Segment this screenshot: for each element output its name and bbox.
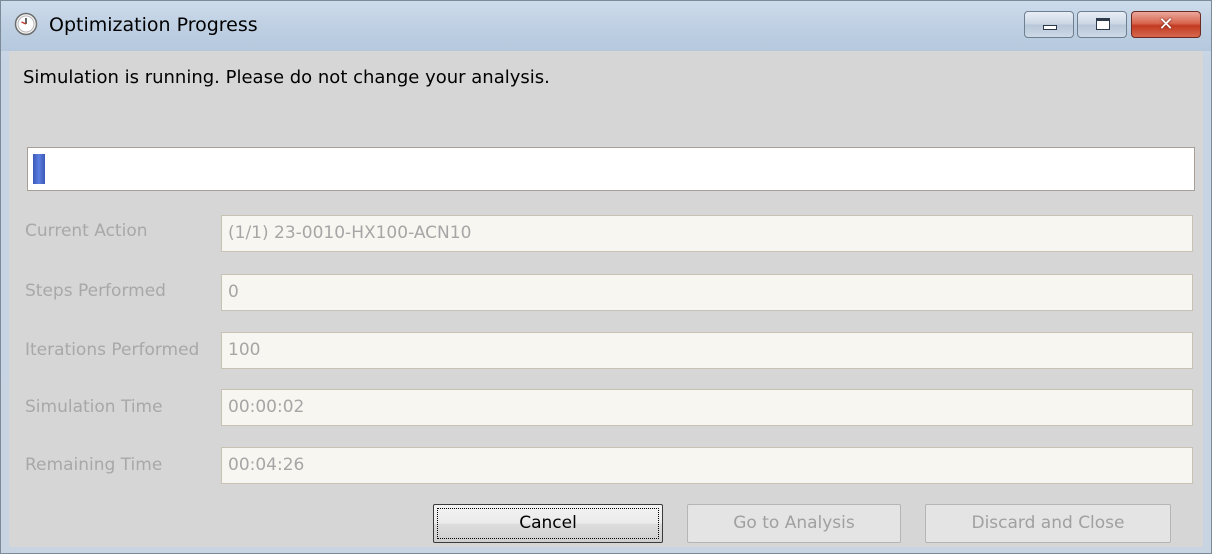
remaining-time-label: Remaining Time	[25, 455, 163, 475]
minimize-icon	[1043, 25, 1057, 30]
current-action-label: Current Action	[25, 221, 148, 241]
discard-and-close-label: Discard and Close	[971, 513, 1125, 533]
go-to-analysis-label: Go to Analysis	[733, 513, 855, 533]
progress-bar-fill	[33, 154, 45, 184]
discard-and-close-button[interactable]: Discard and Close	[925, 504, 1171, 543]
steps-performed-label: Steps Performed	[25, 281, 166, 301]
current-action-field: (1/1) 23-0010-HX100-ACN10	[221, 215, 1193, 252]
progress-bar	[27, 147, 1195, 191]
iterations-performed-field: 100	[221, 332, 1193, 369]
iterations-performed-label: Iterations Performed	[25, 340, 200, 360]
maximize-icon	[1096, 18, 1110, 30]
window-title: Optimization Progress	[49, 14, 258, 36]
focus-rectangle	[437, 508, 659, 539]
clock-icon	[14, 12, 38, 36]
steps-performed-field: 0	[221, 274, 1193, 311]
remaining-time-field: 00:04:26	[221, 447, 1193, 484]
maximize-button[interactable]	[1077, 11, 1127, 38]
close-icon: ✕	[1158, 14, 1174, 35]
optimization-progress-window: Optimization Progress ✕ Simulation is ru…	[0, 0, 1212, 554]
status-message: Simulation is running. Please do not cha…	[23, 67, 550, 88]
go-to-analysis-button[interactable]: Go to Analysis	[687, 504, 901, 543]
simulation-time-field: 00:00:02	[221, 389, 1193, 426]
title-bar[interactable]: Optimization Progress ✕	[1, 1, 1211, 51]
cancel-button[interactable]: Cancel	[433, 504, 663, 543]
minimize-button[interactable]	[1024, 11, 1074, 38]
simulation-time-label: Simulation Time	[25, 397, 163, 417]
close-button[interactable]: ✕	[1131, 11, 1201, 38]
